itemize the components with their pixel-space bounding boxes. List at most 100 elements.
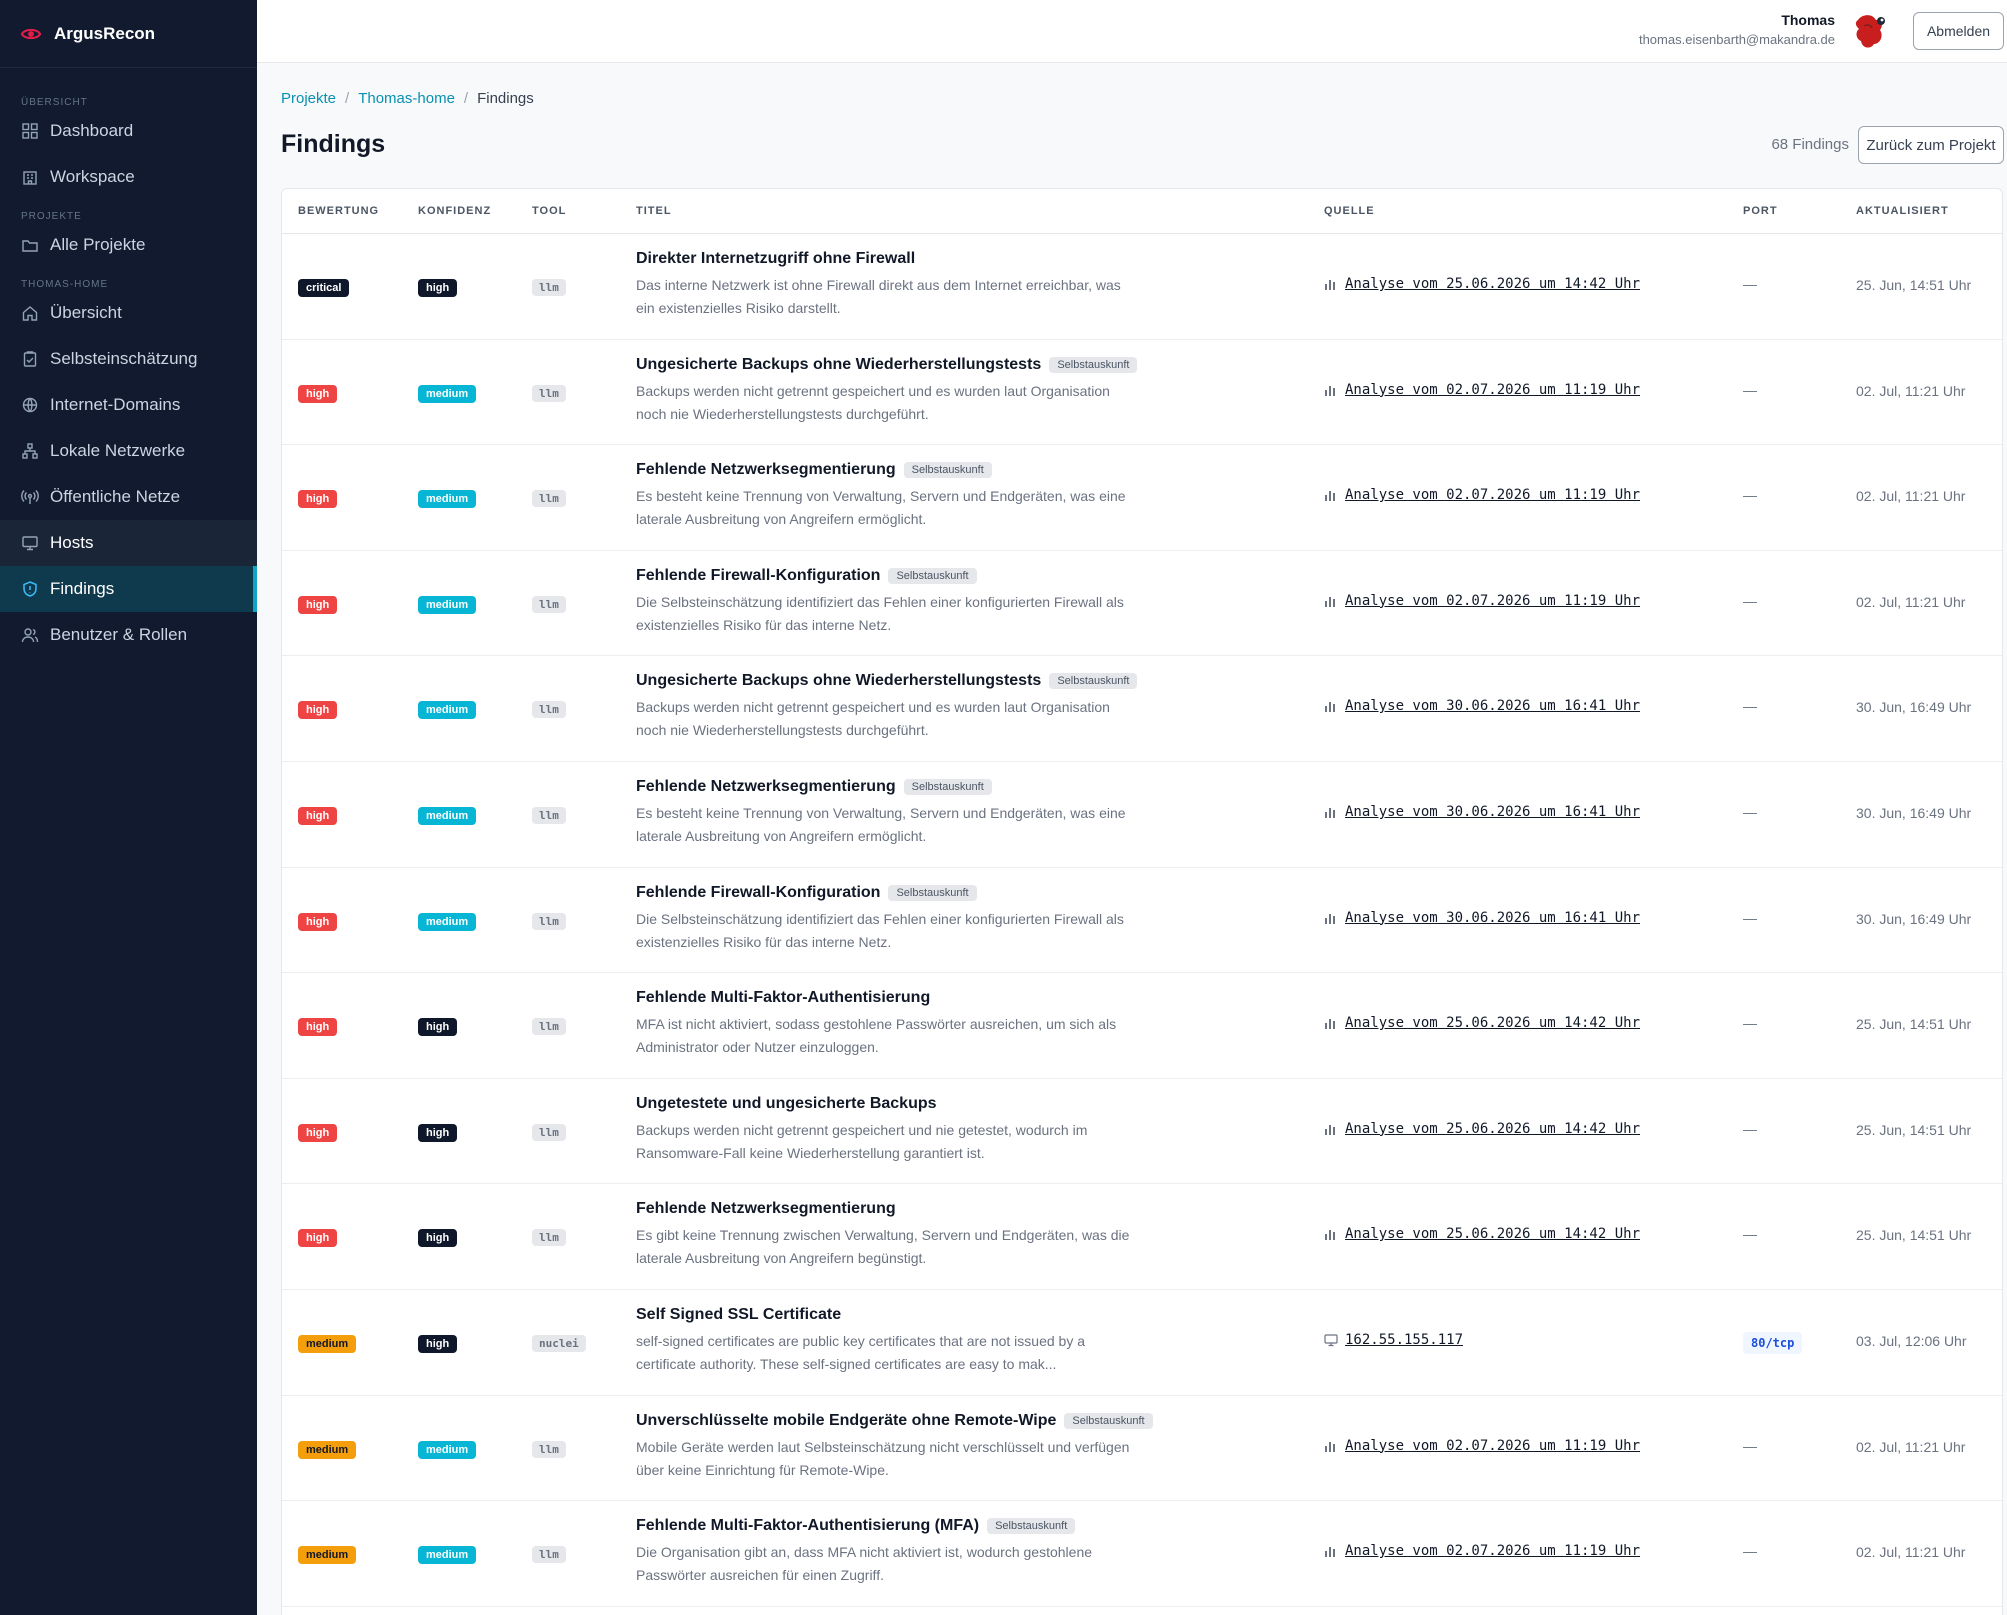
breadcrumb-project[interactable]: Thomas-home — [358, 90, 455, 107]
home-icon — [21, 304, 39, 322]
finding-title[interactable]: Ungesicherte Backups ohne Wiederherstell… — [636, 672, 1041, 690]
finding-title[interactable]: Fehlende Firewall-Konfiguration — [636, 567, 880, 585]
finding-title[interactable]: Self Signed SSL Certificate — [636, 1306, 841, 1324]
sidebar-item-internet-domains[interactable]: Internet-Domains — [0, 382, 257, 428]
source-text: Analyse vom 30.06.2026 um 16:41 Uhr — [1345, 803, 1641, 820]
source-link[interactable]: Analyse vom 25.06.2026 um 14:42 Uhr — [1324, 276, 1640, 292]
finding-description: Mobile Geräte werden laut Selbsteinschät… — [636, 1436, 1136, 1482]
chart-icon — [1324, 1439, 1338, 1453]
table-row[interactable]: high high llm Fehlende Netzwerksegmentie… — [282, 1184, 2002, 1290]
sidebar-item-label: Dashboard — [50, 121, 134, 140]
finding-title[interactable]: Fehlende Netzwerksegmentierung — [636, 1200, 896, 1218]
updated-timestamp: 02. Jul, 11:21 Uhr — [1856, 488, 1966, 505]
logout-button[interactable]: Abmelden — [1913, 12, 2004, 50]
finding-title[interactable]: Fehlende Netzwerksegmentierung — [636, 461, 896, 479]
table-row[interactable]: critical high llm Direkter Internetzugri… — [282, 234, 2002, 340]
column-source[interactable]: QUELLE — [1324, 205, 1375, 217]
source-link[interactable]: 162.55.155.117 — [1324, 1332, 1463, 1348]
sidebar-item-findings[interactable]: Findings — [0, 566, 257, 612]
avatar[interactable] — [1848, 10, 1892, 54]
finding-description: Die Organisation gibt an, dass MFA nicht… — [636, 1541, 1136, 1587]
source-link[interactable]: Analyse vom 30.06.2026 um 16:41 Uhr — [1324, 804, 1640, 820]
confidence-badge: high — [418, 1123, 458, 1142]
port-badge[interactable]: 80/tcp — [1743, 1331, 1803, 1354]
confidence-badge: high — [418, 1018, 458, 1037]
sidebar-item-public-networks[interactable]: Öffentliche Netze — [0, 474, 257, 520]
source-link[interactable]: Analyse vom 02.07.2026 um 11:19 Uhr — [1324, 487, 1640, 503]
finding-title[interactable]: Fehlende Multi-Faktor-Authentisierung — [636, 989, 930, 1007]
source-link[interactable]: Analyse vom 02.07.2026 um 11:19 Uhr — [1324, 593, 1640, 609]
column-title[interactable]: TITEL — [636, 205, 672, 217]
table-row[interactable]: high medium llm Fehlende Firewall-Konfig… — [282, 868, 2002, 974]
column-rating[interactable]: BEWERTUNG — [298, 205, 379, 217]
confidence-badge: medium — [418, 595, 477, 614]
finding-title[interactable]: Direkter Internetzugriff ohne Firewall — [636, 250, 915, 268]
brand[interactable]: ArgusRecon — [0, 0, 257, 68]
eye-logo-icon — [20, 28, 42, 39]
confidence-badge: medium — [418, 384, 477, 403]
table-row[interactable]: medium high nuclei Self Signed SSL Certi… — [282, 1290, 2002, 1396]
table-row[interactable]: high medium llm Ungesicherte Backups ohn… — [282, 656, 2002, 762]
sidebar-item-label: Lokale Netzwerke — [50, 441, 186, 460]
grid-icon — [21, 122, 39, 140]
breadcrumb-projects[interactable]: Projekte — [281, 90, 336, 107]
sidebar-item-users-roles[interactable]: Benutzer & Rollen — [0, 612, 257, 658]
table-row[interactable]: medium medium llm Unverschlüsselte mobil… — [282, 1396, 2002, 1502]
source-link[interactable]: Analyse vom 30.06.2026 um 16:41 Uhr — [1324, 910, 1640, 926]
finding-title[interactable]: Ungesicherte Backups ohne Wiederherstell… — [636, 356, 1041, 374]
table-row[interactable]: high medium llm Fehlende Netzwerksegment… — [282, 445, 2002, 551]
back-to-project-button[interactable]: Zurück zum Projekt — [1858, 126, 2004, 164]
port-value: — — [1743, 698, 1757, 715]
finding-title[interactable]: Fehlende Firewall-Konfiguration — [636, 884, 880, 902]
finding-description-line: Ransomware-Fall keine Wiederherstellung … — [636, 1144, 985, 1161]
source-link[interactable]: Analyse vom 02.07.2026 um 11:19 Uhr — [1324, 1543, 1640, 1559]
sidebar-item-workspace[interactable]: Workspace — [0, 154, 257, 200]
column-tool[interactable]: TOOL — [532, 205, 566, 217]
self-report-tag: Selbstauskunft — [903, 462, 992, 479]
clipboard-check-icon — [21, 350, 39, 368]
finding-title[interactable]: Fehlende Multi-Faktor-Authentisierung (M… — [636, 1517, 979, 1535]
breadcrumb: Projekte / Thomas-home / Findings — [281, 90, 534, 107]
table-row[interactable]: medium medium llm Fehlende Multi-Faktor-… — [282, 1501, 2002, 1607]
sidebar-item-local-networks[interactable]: Lokale Netzwerke — [0, 428, 257, 474]
column-updated[interactable]: AKTUALISIERT — [1856, 205, 1949, 217]
confidence-badge: medium — [418, 806, 477, 825]
finding-title[interactable]: Ungetestete und ungesicherte Backups — [636, 1095, 937, 1113]
finding-description-line: existenzielles Risiko für das interne Ne… — [636, 616, 892, 633]
source-link[interactable]: Analyse vom 25.06.2026 um 14:42 Uhr — [1324, 1121, 1640, 1137]
port-value: — — [1743, 803, 1757, 820]
finding-description: Backups werden nicht getrennt gespeicher… — [636, 1119, 1136, 1165]
self-report-tag: Selbstauskunft — [888, 884, 977, 901]
finding-description-line: laterale Ausbreitung von Angreifern begü… — [636, 1250, 927, 1267]
finding-description-line: Backups werden nicht getrennt gespeicher… — [636, 699, 1110, 716]
sidebar-item-hosts[interactable]: Hosts — [0, 520, 257, 566]
source-link[interactable]: Analyse vom 25.06.2026 um 14:42 Uhr — [1324, 1015, 1640, 1031]
sidebar-item-self-assessment[interactable]: Selbsteinschätzung — [0, 336, 257, 382]
updated-timestamp: 25. Jun, 14:51 Uhr — [1856, 1121, 1972, 1138]
table-row[interactable]: high high llm Ungetestete und ungesicher… — [282, 1079, 2002, 1185]
column-confidence[interactable]: KONFIDENZ — [418, 205, 491, 217]
source-link[interactable]: Analyse vom 25.06.2026 um 14:42 Uhr — [1324, 1226, 1640, 1242]
table-row[interactable]: high medium llm Fehlende Netzwerksegment… — [282, 762, 2002, 868]
tool-badge: llm — [532, 1229, 566, 1247]
sidebar-item-dashboard[interactable]: Dashboard — [0, 108, 257, 154]
finding-title[interactable]: Fehlende Netzwerksegmentierung — [636, 778, 896, 796]
updated-timestamp: 02. Jul, 11:21 Uhr — [1856, 1544, 1966, 1561]
building-icon — [21, 168, 39, 186]
updated-timestamp: 25. Jun, 14:51 Uhr — [1856, 1016, 1972, 1033]
chart-icon — [1324, 805, 1338, 819]
severity-badge: high — [298, 1018, 338, 1037]
table-row[interactable]: high medium llm Fehlende Firewall-Konfig… — [282, 551, 2002, 657]
source-link[interactable]: Analyse vom 02.07.2026 um 11:19 Uhr — [1324, 1438, 1640, 1454]
finding-title[interactable]: Unverschlüsselte mobile Endgeräte ohne R… — [636, 1412, 1056, 1430]
table-row[interactable]: high medium llm Ungesicherte Backups ohn… — [282, 340, 2002, 446]
page-title: Findings — [281, 130, 386, 158]
column-port[interactable]: PORT — [1743, 205, 1778, 217]
finding-description-line: Es besteht keine Trennung von Verwaltung… — [636, 804, 1126, 821]
sidebar-item-overview[interactable]: Übersicht — [0, 290, 257, 336]
table-row[interactable]: high high llm Fehlende Multi-Faktor-Auth… — [282, 973, 2002, 1079]
sidebar-item-all-projects[interactable]: Alle Projekte — [0, 222, 257, 268]
source-link[interactable]: Analyse vom 02.07.2026 um 11:19 Uhr — [1324, 382, 1640, 398]
source-link[interactable]: Analyse vom 30.06.2026 um 16:41 Uhr — [1324, 698, 1640, 714]
chart-icon — [1324, 594, 1338, 608]
